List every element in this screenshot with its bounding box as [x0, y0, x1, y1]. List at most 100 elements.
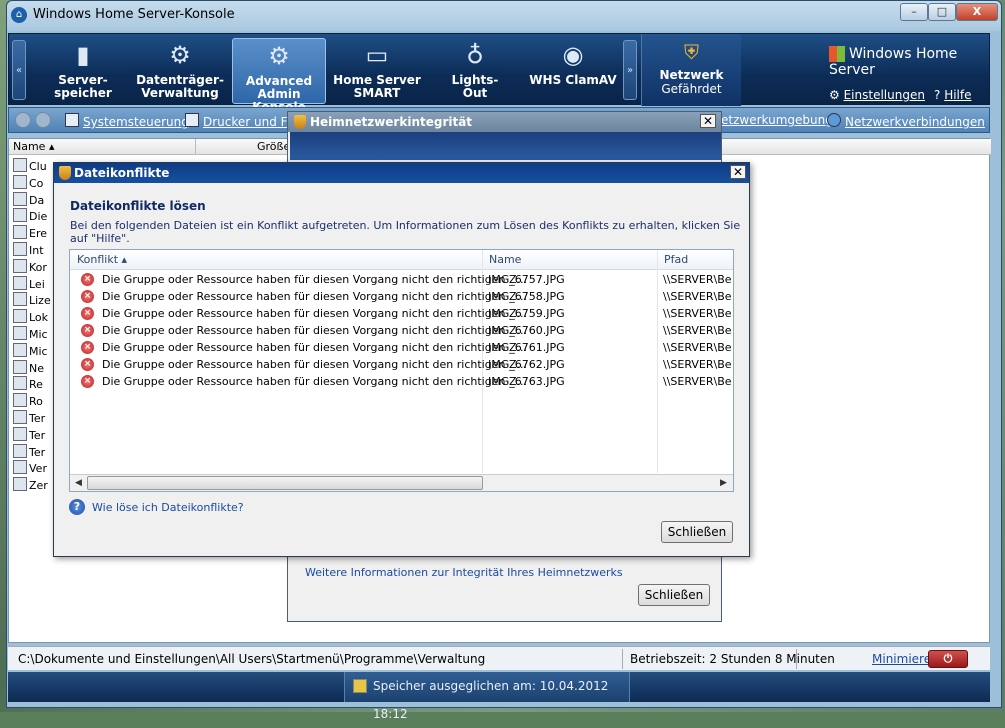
name-cell: IMG_6759.JPG	[488, 307, 565, 320]
brand: Windows Home Server	[829, 46, 989, 78]
table-row[interactable]: × Die Gruppe oder Ressource haben für die…	[70, 356, 733, 373]
window-title: Windows Home Server-Konsole	[33, 7, 235, 22]
network-status-label: Netzwerk	[659, 68, 724, 82]
table-row[interactable]: × Die Gruppe oder Ressource haben für die…	[70, 339, 733, 356]
forward-button[interactable]	[35, 112, 51, 128]
toolbar-control-panel[interactable]: Systemsteuerung	[65, 113, 189, 129]
list-item-label: Die	[29, 210, 48, 224]
admin-tool-icon	[13, 326, 27, 340]
list-item-label: Ne	[29, 361, 44, 375]
path-cell: \\SERVER\Ben	[663, 273, 731, 286]
ribbon-scroll-left[interactable]: «	[12, 40, 26, 100]
list-item[interactable]: Mic	[13, 326, 48, 343]
settings-link[interactable]: ⚙ Einstellungen	[829, 88, 925, 102]
title-bar[interactable]: ⌂ Windows Home Server-Konsole – □ X	[7, 1, 1001, 31]
list-item[interactable]: Lok	[13, 309, 48, 326]
list-item[interactable]: Ver	[13, 460, 47, 477]
tab-label-line2: Verwaltung	[141, 86, 219, 100]
file-conflicts-close-button[interactable]: Schließen	[661, 521, 733, 543]
scrollbar-thumb[interactable]	[87, 476, 483, 490]
toolbar-network-connections[interactable]: Netzwerkverbindungen	[827, 113, 985, 129]
list-item[interactable]: Ter	[13, 443, 46, 461]
list-item-label: Ro	[29, 395, 43, 409]
tab-smart[interactable]: ▭ Home Server SMART	[330, 38, 424, 104]
list-item[interactable]: Ro	[13, 393, 43, 410]
status-uptime: Betriebszeit: 2 Stunden 8 Minuten	[630, 652, 835, 666]
admin-tool-icon	[13, 208, 27, 223]
column-header-conflict[interactable]: Konflikt ▴	[77, 253, 127, 266]
clamav-icon: ◉	[562, 41, 584, 69]
maximize-button[interactable]: □	[928, 3, 956, 21]
path-cell: \\SERVER\Ben	[663, 341, 731, 354]
table-row[interactable]: × Die Gruppe oder Ressource haben für die…	[70, 322, 733, 339]
close-button[interactable]: X	[956, 3, 998, 21]
list-item[interactable]: Lize	[13, 292, 51, 309]
list-item-label: Ter	[29, 445, 46, 459]
conflict-cell: Die Gruppe oder Ressource haben für dies…	[102, 375, 527, 388]
admin-console-icon: ⚙	[268, 42, 290, 70]
admin-tool-icon	[13, 410, 27, 424]
help-icon: ?	[934, 88, 941, 102]
list-item-label: Ter	[29, 428, 46, 442]
help-label: Hilfe	[944, 88, 972, 102]
table-row[interactable]: × Die Gruppe oder Ressource haben für die…	[70, 271, 733, 288]
list-item[interactable]: Zer	[13, 477, 48, 494]
list-item[interactable]: Mic	[13, 342, 48, 360]
network-status-value: Gefährdet	[661, 82, 722, 96]
list-item-label: Lok	[29, 311, 49, 325]
list-item[interactable]: Co	[13, 174, 43, 192]
list-item[interactable]: Re	[13, 376, 43, 393]
table-row[interactable]: × Die Gruppe oder Ressource haben für die…	[70, 288, 733, 305]
list-item[interactable]: Die	[13, 208, 47, 225]
column-header-path[interactable]: Pfad	[664, 253, 688, 266]
network-integrity-close-button[interactable]: Schließen	[638, 584, 710, 606]
tab-clamav[interactable]: ◉ WHS ClamAV	[526, 38, 620, 104]
network-integrity-close-icon[interactable]: ✕	[700, 114, 716, 128]
list-item[interactable]: Ere	[13, 225, 47, 242]
admin-tool-icon	[13, 242, 27, 256]
list-item[interactable]: Ter	[13, 410, 45, 427]
network-integrity-info-link[interactable]: Weitere Informationen zur Integrität Ihr…	[305, 566, 623, 579]
list-item[interactable]: Lei	[13, 275, 45, 293]
file-conflicts-close-icon[interactable]: ✕	[730, 165, 746, 179]
admin-tool-icon	[13, 393, 27, 408]
status-path: C:\Dokumente und Einstellungen\All Users…	[18, 652, 486, 666]
network-status[interactable]: ⛨ Netzwerk Gefährdet	[641, 34, 741, 106]
tab-lights-out[interactable]: ♁ Lights- Out	[428, 38, 522, 104]
network-globe-icon	[827, 113, 841, 127]
list-item[interactable]: Da	[13, 191, 44, 209]
network-integrity-title-bar[interactable]: Heimnetzwerkintegrität ✕	[288, 112, 721, 132]
shutdown-button[interactable]: ⏻	[928, 650, 968, 668]
back-button[interactable]	[15, 112, 31, 128]
tab-advanced-admin[interactable]: ⚙ Advanced Admin Konsole	[232, 38, 326, 114]
column-header-name[interactable]: Name	[489, 253, 521, 266]
tab-server-storage[interactable]: ▮ Server- speicher	[36, 38, 130, 104]
toolbar-network-places[interactable]: etzwerkumgebung	[721, 113, 833, 127]
help-link[interactable]: ? Hilfe	[934, 88, 972, 102]
admin-tool-icon	[13, 258, 27, 273]
list-item[interactable]: Int	[13, 242, 44, 259]
list-item[interactable]: Ter	[13, 426, 46, 444]
file-conflicts-help-link[interactable]: Wie löse ich Dateikonflikte?	[92, 501, 244, 514]
table-row[interactable]: × Die Gruppe oder Ressource haben für die…	[70, 305, 733, 322]
tab-disk-management[interactable]: ⚙ Datenträger- Verwaltung	[133, 38, 227, 104]
name-cell: IMG_6762.JPG	[488, 358, 565, 371]
list-item[interactable]: Kor	[13, 258, 47, 276]
bottom-bar: Speicher ausgeglichen am: 10.04.2012 18:…	[8, 672, 990, 721]
column-divider	[195, 139, 196, 155]
scroll-right-arrow-icon[interactable]: ▶	[716, 476, 731, 490]
help-icon[interactable]: ?	[69, 499, 85, 515]
minimize-button[interactable]: –	[900, 3, 928, 21]
list-item[interactable]: Clu	[13, 158, 47, 175]
name-cell: IMG_6757.JPG	[488, 273, 565, 286]
file-conflicts-title-bar[interactable]: Dateikonflikte ✕	[54, 163, 749, 183]
printer-icon	[185, 113, 199, 127]
tab-label-line2: Out	[462, 86, 488, 100]
ribbon-scroll-right[interactable]: »	[623, 40, 637, 100]
column-header-size[interactable]: Größe	[257, 140, 290, 153]
scroll-left-arrow-icon[interactable]: ◀	[71, 476, 86, 490]
table-row[interactable]: × Die Gruppe oder Ressource haben für die…	[70, 373, 733, 390]
list-item[interactable]: Ne	[13, 359, 44, 377]
horizontal-scrollbar[interactable]: ◀ ▶	[70, 474, 733, 491]
column-header-name[interactable]: Name ▴	[13, 140, 54, 153]
